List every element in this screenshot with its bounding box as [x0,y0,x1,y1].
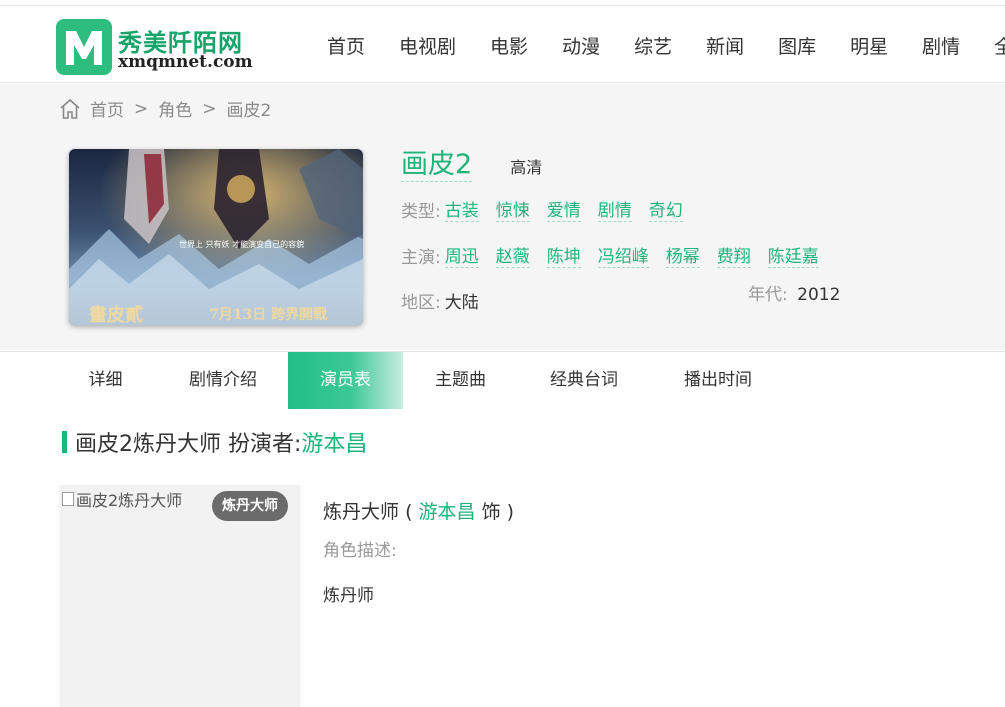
poster-tagline: 世界上 只有妖 才能演变自己的容貌 [179,239,304,249]
nav-item[interactable]: 电视剧 [399,32,456,59]
movie-title[interactable]: 画皮2 [401,142,473,182]
region-label: 地区: [401,293,441,313]
site-domain: xmqmnet.com [118,52,253,72]
role-image-card[interactable]: 画皮2炼丹大师 炼丹大师 [60,485,300,707]
nav-item[interactable]: 全 [994,32,1005,59]
nav-item[interactable]: 新闻 [706,32,744,59]
poster-title-art: 畫皮貳 [89,304,143,325]
role-name-line: 炼丹大师 ( 游本昌 饰 ) [323,497,514,524]
poster-date: 7月13日 跨界開戰 [209,306,327,323]
role-desc: 炼丹师 [323,586,374,606]
nav-item[interactable]: 电影 [490,32,528,59]
nav-item[interactable]: 首页 [327,32,365,59]
movie-poster[interactable]: 世界上 只有妖 才能演变自己的容貌 畫皮貳 7月13日 跨界開戰 [69,149,363,325]
cast-link[interactable]: 周迅 [444,242,479,268]
cast-link[interactable]: 赵薇 [495,242,530,268]
nav-item[interactable]: 综艺 [634,32,672,59]
role-actor-link[interactable]: 游本昌 [419,501,476,523]
breadcrumb-separator: > [134,98,149,119]
year-block: 年代: 2012 [748,280,840,305]
genre-tag[interactable]: 爱情 [546,196,581,222]
breadcrumb-separator: > [202,98,217,119]
tab-item[interactable]: 播出时间 [650,352,786,409]
cast-label: 主演: [401,247,441,268]
site-logo[interactable]: 秀美阡陌网 xmqmnet.com [56,19,266,75]
tab-item[interactable]: 经典台词 [518,352,650,409]
cast-link[interactable]: 陈廷嘉 [767,242,819,268]
cast-link[interactable]: 杨幂 [665,242,700,268]
logo-mark-icon [56,19,112,75]
section-accent-bar [62,431,67,453]
top-border [0,0,1005,6]
site-header: 秀美阡陌网 xmqmnet.com 首页 电视剧 电影 动漫 综艺 新闻 图库 明星 剧情 全 [0,7,1005,83]
detail-tabs: 详细 剧情介绍 演员表 主题曲 经典台词 播出时间 [0,351,1005,409]
tab-item[interactable]: 主题曲 [403,352,518,409]
cast-link[interactable]: 陈坤 [546,242,581,268]
nav-item[interactable]: 图库 [778,32,816,59]
quality-badge: 高清 [510,158,543,177]
region-value: 大陆 [444,293,479,313]
nav-item[interactable]: 明星 [850,32,888,59]
genre-tag[interactable]: 剧情 [597,196,632,222]
tab-item[interactable]: 剧情介绍 [158,352,288,409]
section-actor-link[interactable]: 游本昌 [301,426,367,458]
genre-label: 类型: [401,201,441,222]
tab-item[interactable]: 演员表 [288,352,403,409]
role-desc-label: 角色描述: [323,541,397,561]
nav-item[interactable]: 动漫 [562,32,600,59]
main-nav: 首页 电视剧 电影 动漫 综艺 新闻 图库 明星 剧情 全 [310,7,1005,83]
genre-row: 类型: 古装 惊悚 爱情 剧情 奇幻 [401,196,836,222]
movie-hero: 首页 > 角色 > 画皮2 世界上 只有妖 才能演变自己的容貌 畫皮貳 7月13… [0,84,1005,350]
role-info: 炼丹大师 ( 游本昌 饰 ) 角色描述: 炼丹师 [323,497,514,606]
cast-row: 主演: 周迅 赵薇 陈坤 冯绍峰 杨幂 费翔 陈廷嘉 [401,242,836,268]
section-title-text: 画皮2炼丹大师 扮演者: [75,432,302,457]
genre-tag[interactable]: 惊悚 [495,196,530,222]
genre-tag[interactable]: 奇幻 [648,196,683,222]
role-paren: ( [405,501,413,523]
role-name-badge: 炼丹大师 [212,491,288,521]
broken-image-icon [62,492,74,506]
role-image: 画皮2炼丹大师 [62,487,182,511]
tab-item[interactable]: 详细 [53,352,158,409]
nav-item[interactable]: 剧情 [922,32,960,59]
home-icon[interactable] [58,97,82,121]
breadcrumb: 首页 > 角色 > 画皮2 [58,96,271,121]
role-image-alt: 画皮2炼丹大师 [76,491,183,510]
breadcrumb-current: 画皮2 [226,101,272,121]
role-suffix: 饰 ) [481,501,515,523]
breadcrumb-category[interactable]: 角色 [158,96,192,121]
role-name: 炼丹大师 [323,501,400,523]
cast-link[interactable]: 费翔 [716,242,751,268]
cast-link[interactable]: 冯绍峰 [597,242,649,268]
breadcrumb-home[interactable]: 首页 [90,96,124,121]
year-label: 年代: [748,285,788,305]
section-heading: 画皮2炼丹大师 扮演者: 游本昌 [62,426,367,458]
year-value: 2012 [797,285,841,305]
genre-tag[interactable]: 古装 [444,196,479,222]
